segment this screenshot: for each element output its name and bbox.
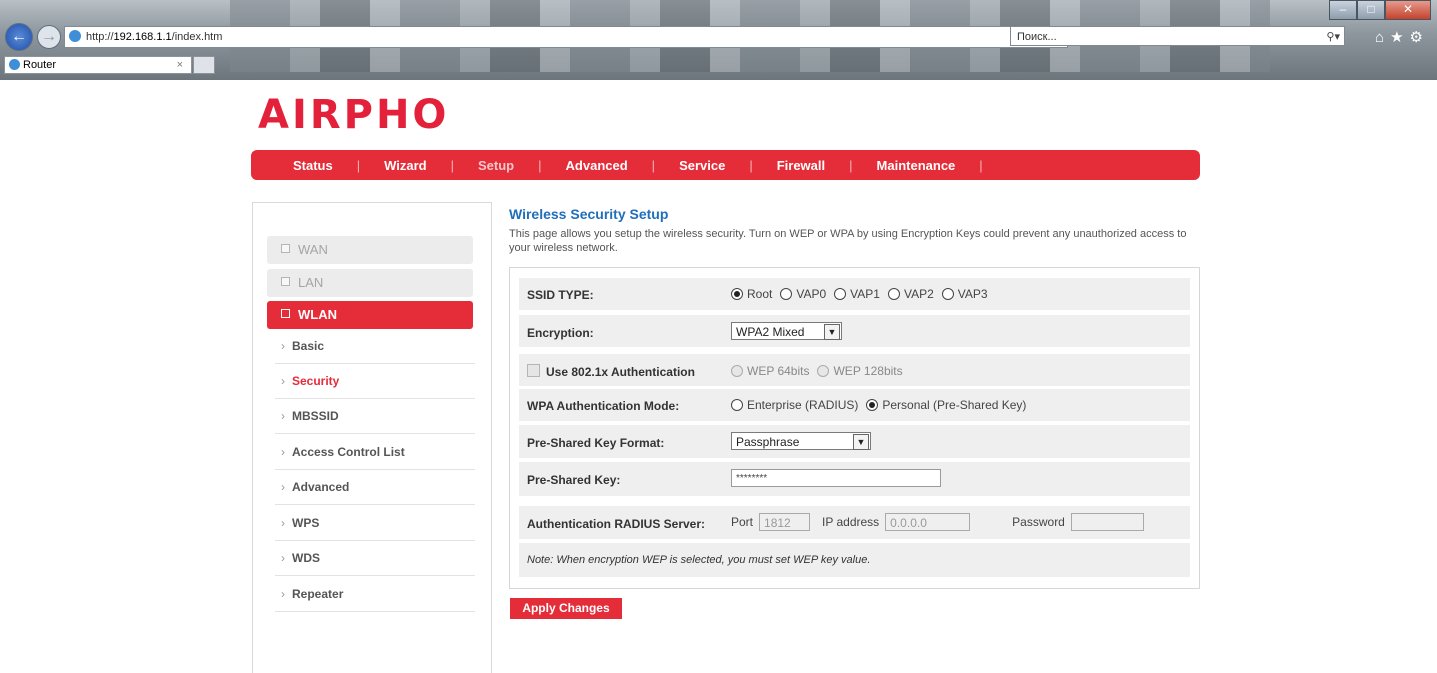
radius-ip-input[interactable]: 0.0.0.0 [885,513,971,531]
radio-wep-128[interactable]: WEP 128bits [817,364,903,378]
radio-ssid-vap0[interactable]: VAP0 [780,287,826,301]
sidebar-item-security[interactable]: › Security [275,364,475,399]
search-placeholder: Поиск... [1017,31,1057,43]
menu-advanced[interactable]: Advanced [566,158,628,173]
close-tab-icon[interactable]: × [177,57,183,73]
sidebar-tab-lan[interactable]: LAN [267,269,473,297]
row-8021x: Use 802.1x Authentication WEP 64bits WEP… [519,354,1190,386]
browser-tab[interactable]: Router × [4,56,192,74]
row-ssid-type: SSID TYPE: Root VAP0 VAP1 VAP2 VAP3 [519,278,1190,310]
menu-firewall[interactable]: Firewall [777,158,825,173]
page-title: Wireless Security Setup [509,206,669,222]
chevron-down-icon: ▼ [824,324,840,340]
favorites-icon[interactable]: ★ [1390,29,1409,46]
sidebar-item-advanced[interactable]: › Advanced [275,470,475,505]
row-radius: Authentication RADIUS Server: Port 1812 … [519,506,1190,539]
psk-format-select[interactable]: Passphrase ▼ [731,432,871,450]
arrow-icon: › [281,445,285,459]
row-psk-format: Pre-Shared Key Format: Passphrase ▼ [519,425,1190,458]
radio-ssid-root[interactable]: Root [731,287,772,301]
maximize-button[interactable]: □ [1357,0,1385,20]
ssid-type-label: SSID TYPE: [527,288,594,302]
radius-password-label: Password [1012,515,1065,529]
url-prefix: http:// [86,31,114,43]
gear-icon[interactable]: ⚙ [1410,29,1429,46]
radio-wpa-enterprise[interactable]: Enterprise (RADIUS) [731,398,858,412]
psk-format-label: Pre-Shared Key Format: [527,436,665,450]
window-controls: – □ ✕ [1329,0,1431,20]
expand-icon [281,277,290,286]
address-bar[interactable]: http://192.168.1.1/index.htm ▾ ↻ [64,26,1068,48]
arrow-icon: › [281,587,285,601]
form-note: Note: When encryption WEP is selected, y… [527,554,871,566]
toolbar-icons: ⌂★⚙ [1375,28,1429,46]
url-host: 192.168.1.1 [113,31,172,43]
radius-port-input[interactable]: 1812 [759,513,811,531]
menu-maintenance[interactable]: Maintenance [877,158,956,173]
sidebar-item-mbssid[interactable]: › MBSSID [275,399,475,434]
sidebar-item-repeater[interactable]: › Repeater [275,577,475,612]
sidebar-item-wps[interactable]: › WPS [275,506,475,541]
new-tab-button[interactable] [193,56,215,74]
page-description: This page allows you setup the wireless … [509,228,1187,254]
radius-port-label: Port [731,515,754,529]
radius-password-input[interactable] [1070,513,1144,531]
menu-setup[interactable]: Setup [478,158,514,173]
menu-status[interactable]: Status [293,158,333,173]
radio-ssid-vap1[interactable]: VAP1 [834,287,880,301]
encryption-label: Encryption: [527,326,594,340]
encryption-select[interactable]: WPA2 Mixed ▼ [731,322,842,340]
radius-label: Authentication RADIUS Server: [527,517,706,531]
search-icon[interactable]: ⚲▾ [1326,27,1340,47]
sidebar-item-access-control-list[interactable]: › Access Control List [275,435,475,470]
collapse-icon [281,309,290,318]
sidebar-tab-wan[interactable]: WAN [267,236,473,264]
expand-icon [281,244,290,253]
arrow-icon: › [281,551,285,565]
security-form: SSID TYPE: Root VAP0 VAP1 VAP2 VAP3 Encr… [509,267,1200,589]
arrow-icon: › [281,516,285,530]
menu-wizard[interactable]: Wizard [384,158,427,173]
sidebar-item-wds[interactable]: › WDS [275,541,475,576]
row-psk: Pre-Shared Key: ******** [519,462,1190,496]
row-encryption: Encryption: WPA2 Mixed ▼ [519,315,1190,347]
psk-input[interactable]: ******** [731,469,941,487]
home-icon[interactable]: ⌂ [1375,29,1390,46]
ie-icon [69,30,81,42]
apply-changes-button[interactable]: Apply Changes [510,598,622,619]
radio-wpa-personal[interactable]: Personal (Pre-Shared Key) [866,398,1026,412]
close-button[interactable]: ✕ [1385,0,1431,20]
ie-icon [9,59,20,70]
radius-ip-label: IP address [822,515,880,529]
sidebar: WAN LAN WLAN › Basic › Security › MBSSID › A… [252,202,492,673]
sidebar-tab-wlan[interactable]: WLAN [267,301,473,329]
url-path: /index.htm [171,31,223,43]
psk-label: Pre-Shared Key: [527,473,621,487]
back-button[interactable]: ← [5,23,33,51]
arrow-icon: › [281,409,285,423]
chevron-down-icon: ▼ [853,434,869,450]
logo: AIRPHO [258,92,450,138]
use-8021x-checkbox[interactable] [527,364,540,377]
arrow-icon: › [281,480,285,494]
arrow-icon: › [281,339,285,353]
row-note: Note: When encryption WEP is selected, y… [519,543,1190,577]
sidebar-item-basic[interactable]: › Basic [275,329,475,364]
radio-ssid-vap3[interactable]: VAP3 [941,287,988,301]
radio-ssid-vap2[interactable]: VAP2 [887,287,934,301]
minimize-button[interactable]: – [1329,0,1357,20]
row-wpa-mode: WPA Authentication Mode: Enterprise (RAD… [519,389,1190,421]
search-input[interactable]: Поиск... ⚲▾ [1010,26,1345,46]
menu-service[interactable]: Service [679,158,725,173]
forward-button[interactable]: → [37,25,61,49]
main-menu: Status | Wizard | Setup | Advanced | Service… [251,150,1200,180]
browser-chrome: ← → http://192.168.1.1/index.htm ▾ ↻ Пои… [0,0,1437,80]
wpa-mode-label: WPA Authentication Mode: [527,399,680,413]
tab-title: Router [23,59,57,71]
use-8021x-label: Use 802.1x Authentication [546,365,695,379]
arrow-icon: › [281,374,285,388]
radio-wep-64[interactable]: WEP 64bits [731,364,809,378]
